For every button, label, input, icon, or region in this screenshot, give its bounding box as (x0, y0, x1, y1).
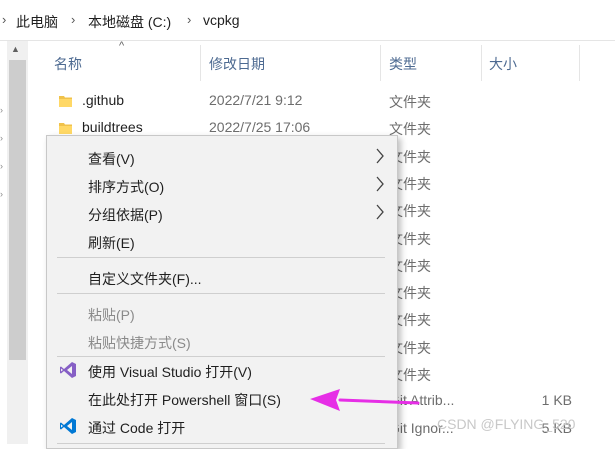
menu-item-label: 粘贴(P) (88, 307, 135, 323)
chevron-right-icon[interactable]: › (0, 133, 3, 143)
column-divider[interactable] (579, 45, 580, 81)
breadcrumb-separator: › (2, 12, 7, 27)
menu-item-open-code[interactable]: 通过 Code 打开 (47, 412, 397, 440)
chevron-right-icon[interactable]: › (0, 161, 3, 171)
annotation-arrow-icon (310, 389, 420, 411)
menu-item-label: 粘贴快捷方式(S) (88, 335, 191, 351)
breadcrumb-vcpkg[interactable]: vcpkg (203, 12, 240, 28)
column-header-label: 大小 (489, 56, 517, 72)
breadcrumb-local-disk[interactable]: 本地磁盘 (C:) (88, 12, 171, 32)
menu-item-label: 查看(V) (88, 151, 135, 167)
menu-item-customize-folder[interactable]: 自定义文件夹(F)... (47, 263, 397, 291)
file-size: 1 KB (541, 392, 572, 408)
breadcrumb-separator: › (187, 12, 192, 27)
chevron-right-icon (376, 176, 384, 192)
breadcrumb: › 此电脑 › 本地磁盘 (C:) › vcpkg (0, 0, 615, 41)
column-header-size[interactable]: 大小 (482, 45, 579, 81)
folder-icon (59, 123, 72, 134)
file-modified-date: 2022/7/21 9:12 (209, 92, 303, 108)
menu-item-label: 自定义文件夹(F)... (88, 271, 202, 287)
menu-item-label: 在此处打开 Powershell 窗口(S) (88, 392, 281, 408)
column-header-date[interactable]: 修改日期 (201, 45, 380, 81)
breadcrumb-this-pc[interactable]: 此电脑 (16, 12, 58, 32)
menu-item-refresh[interactable]: 刷新(E) (47, 227, 397, 255)
visual-studio-icon (60, 362, 76, 378)
watermark: CSDN @FLYING_520 (437, 416, 576, 432)
file-name: buildtrees (82, 119, 143, 135)
vscode-icon (60, 418, 76, 434)
file-type: 文件夹 (389, 94, 431, 110)
chevron-right-icon[interactable]: › (0, 105, 3, 115)
chevron-right-icon (376, 148, 384, 164)
scroll-up-icon[interactable]: ▲ (11, 44, 20, 54)
breadcrumb-separator: › (71, 12, 76, 27)
column-header-label: 名称 (54, 56, 82, 72)
folder-icon (59, 96, 72, 107)
menu-item-label: 刷新(E) (88, 235, 135, 251)
column-header-name[interactable]: 名称 (48, 45, 200, 81)
menu-item-label: 排序方式(O) (88, 179, 165, 195)
nav-scrollbar-thumb[interactable] (9, 60, 26, 360)
menu-item-view[interactable]: 查看(V) (47, 143, 397, 171)
menu-item-group[interactable]: 分组依据(P) (47, 199, 397, 227)
menu-separator (57, 293, 385, 294)
menu-item-label: 分组依据(P) (88, 207, 163, 223)
chevron-right-icon (376, 204, 384, 220)
file-name: .github (82, 92, 125, 108)
menu-item-paste[interactable]: 粘贴(P) (47, 299, 397, 327)
file-modified-date: 2022/7/25 17:06 (209, 119, 311, 135)
menu-item-label: 使用 Visual Studio 打开(V) (88, 364, 252, 380)
menu-item-open-visual-studio[interactable]: 使用 Visual Studio 打开(V) (47, 356, 397, 384)
menu-item-paste-shortcut[interactable]: 粘贴快捷方式(S) (47, 327, 397, 355)
column-header-label: 类型 (389, 56, 417, 72)
table-row[interactable]: .github 2022/7/21 9:12 文件夹 (48, 87, 615, 114)
menu-item-sort[interactable]: 排序方式(O) (47, 171, 397, 199)
column-header-label: 修改日期 (209, 56, 265, 72)
column-header-type[interactable]: 类型 (381, 45, 481, 81)
menu-item-label: 通过 Code 打开 (88, 420, 186, 436)
menu-separator (57, 257, 385, 258)
chevron-right-icon[interactable]: › (0, 189, 3, 199)
